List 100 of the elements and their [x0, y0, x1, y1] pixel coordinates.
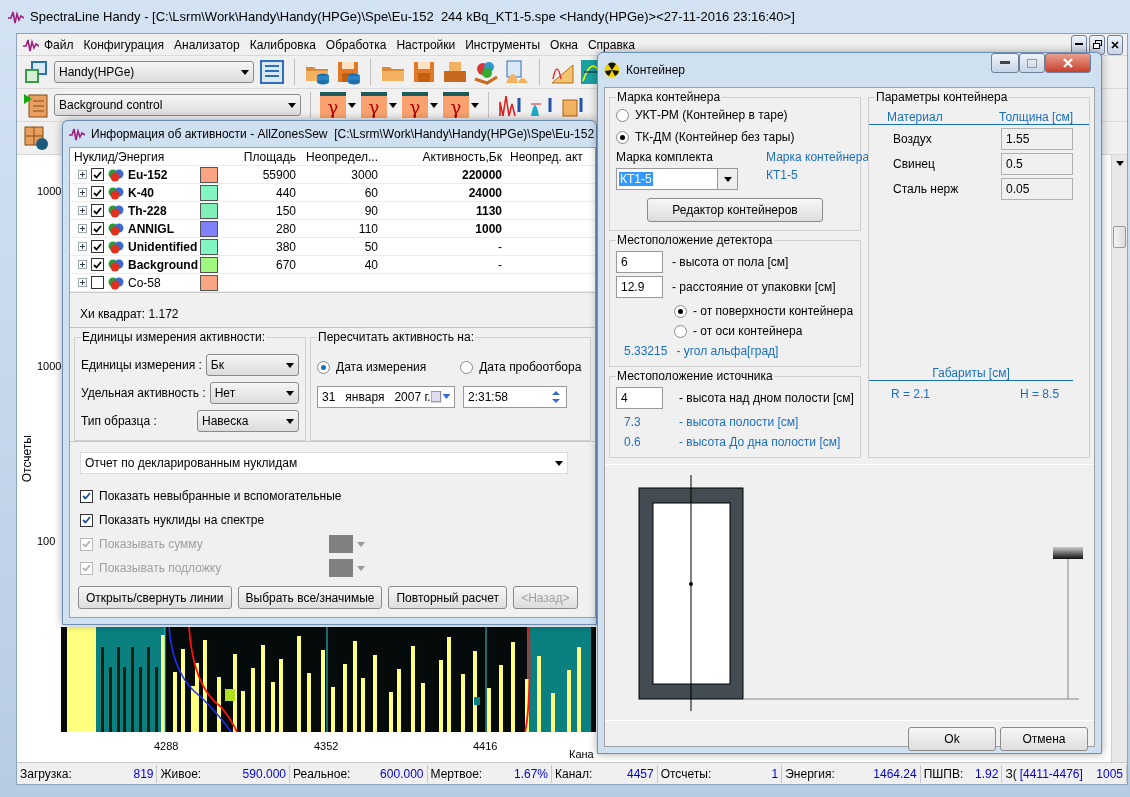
- checkbox[interactable]: [91, 186, 104, 199]
- checkmark-icon: [82, 564, 91, 572]
- radio-button[interactable]: [616, 130, 629, 144]
- group-title: Марка контейнера: [616, 90, 722, 104]
- menu-item[interactable]: Анализатор: [169, 37, 245, 52]
- column-header[interactable]: Неопред. акт: [506, 149, 595, 164]
- expand-icon[interactable]: [78, 242, 87, 251]
- color-picker[interactable]: [329, 559, 353, 577]
- checkbox[interactable]: [91, 222, 104, 235]
- column-header: Толщина [см]: [999, 110, 1073, 124]
- dialog-button[interactable]: Отмена: [1000, 727, 1088, 751]
- radio-button[interactable]: [674, 304, 687, 318]
- field-label: - высота от пола [см]: [672, 255, 789, 269]
- nuclide-name: ANNIGL: [128, 221, 174, 236]
- table-cell-text: -: [497, 257, 503, 272]
- nuclide-icon: [108, 203, 124, 218]
- scrollbar-thumb[interactable]: [1113, 226, 1126, 248]
- restore-button[interactable]: [1089, 34, 1105, 55]
- radio-button[interactable]: [317, 360, 330, 374]
- nuclide-icon: [108, 167, 124, 182]
- checkbox-label: Показывать подложку: [99, 561, 222, 575]
- checkbox[interactable]: [91, 240, 104, 253]
- date-picker[interactable]: 31 января 2007 г.: [317, 386, 455, 408]
- dialog-button[interactable]: Повторный расчет: [388, 586, 508, 609]
- expand-icon[interactable]: [78, 170, 87, 179]
- close-button[interactable]: [1107, 34, 1123, 55]
- list-settings-icon[interactable]: [259, 59, 285, 85]
- group-title: Местоположение детектора: [616, 233, 774, 247]
- checkbox[interactable]: [80, 489, 93, 503]
- dropdown[interactable]: Бк: [205, 354, 299, 376]
- table-cell-text: 55900: [261, 167, 297, 182]
- nuclide-name: K-40: [128, 185, 154, 200]
- status-label: Загрузка:: [20, 766, 72, 781]
- menu-item[interactable]: Инструменты: [460, 37, 546, 52]
- configuration-combobox[interactable]: Handy(HPGe): [54, 61, 254, 83]
- dropdown[interactable]: Навеска: [197, 410, 299, 432]
- gamma-button[interactable]: γ: [320, 92, 346, 118]
- radio-button[interactable]: [460, 360, 474, 374]
- column-header[interactable]: Неопредел...: [300, 149, 382, 164]
- checkbox[interactable]: [80, 513, 93, 527]
- printer-icon[interactable]: [442, 59, 468, 85]
- field-label: Марка комплекта: [616, 150, 714, 164]
- minimize-button[interactable]: [991, 53, 1019, 73]
- menu-item[interactable]: Настройки: [391, 37, 461, 52]
- thickness-field[interactable]: 0.5: [1001, 152, 1073, 175]
- container-editor-button[interactable]: Редактор контейнеров: [647, 198, 823, 222]
- radio-button[interactable]: [616, 108, 629, 122]
- menu-item[interactable]: Окна: [545, 37, 583, 52]
- time-field[interactable]: 2:31:58: [463, 386, 567, 408]
- checkbox[interactable]: [91, 258, 104, 271]
- expand-icon[interactable]: [78, 224, 87, 233]
- checkbox[interactable]: [91, 168, 104, 181]
- expand-icon[interactable]: [78, 206, 87, 215]
- run-list-icon[interactable]: [23, 92, 49, 118]
- input-field[interactable]: 12.9: [616, 276, 663, 298]
- dialog-button[interactable]: Открыть/свернуть линии: [78, 586, 232, 609]
- field-label: Удельная активность :: [81, 386, 206, 400]
- input-field[interactable]: 6: [616, 251, 663, 273]
- radio-button[interactable]: [674, 324, 687, 338]
- checkbox[interactable]: [91, 276, 104, 289]
- report-dropdown[interactable]: Отчет по декларированным нуклидам: [80, 452, 568, 474]
- dropdown[interactable]: Нет: [209, 382, 299, 404]
- column-header[interactable]: Активность,Бк: [382, 149, 506, 164]
- column-header: Материал: [887, 110, 943, 124]
- maximize-button[interactable]: [1019, 53, 1045, 73]
- configuration-icon[interactable]: [23, 59, 49, 85]
- checkbox[interactable]: [91, 204, 104, 217]
- gamma-button[interactable]: γ: [402, 92, 428, 118]
- gamma-button[interactable]: γ: [443, 92, 469, 118]
- menu-item[interactable]: Обработка: [320, 37, 392, 52]
- caret-icon: [357, 565, 365, 571]
- close-icon: [1063, 58, 1073, 68]
- status-value: 590.000: [242, 766, 286, 781]
- expand-icon[interactable]: [78, 188, 87, 197]
- dialog-button[interactable]: Ok: [908, 727, 996, 751]
- radio-label: Дата пробоотбора: [479, 360, 582, 374]
- expand-icon[interactable]: [78, 278, 87, 287]
- thickness-field[interactable]: 1.55: [1001, 127, 1073, 150]
- expand-icon[interactable]: [78, 260, 87, 269]
- menu-item[interactable]: Файл: [39, 37, 79, 52]
- input-field[interactable]: 4: [616, 387, 663, 409]
- grid-gear-icon[interactable]: [23, 125, 49, 151]
- status-value: 4457: [626, 766, 654, 781]
- save-database-icon[interactable]: [335, 59, 361, 85]
- column-header[interactable]: Нуклид/Энергия: [70, 149, 198, 164]
- thickness-field[interactable]: 0.05: [1001, 177, 1073, 200]
- save-icon[interactable]: [411, 59, 437, 85]
- dialog-button[interactable]: Выбрать все/значимые: [237, 586, 383, 609]
- menu-item[interactable]: Конфигурация: [78, 37, 170, 52]
- spinner-icon[interactable]: [550, 389, 562, 405]
- spheres-icon[interactable]: [473, 59, 499, 85]
- mode-combobox[interactable]: Background control: [54, 94, 301, 116]
- column-header[interactable]: Площадь: [228, 149, 300, 164]
- scrollbar[interactable]: [1111, 155, 1127, 762]
- gamma-button[interactable]: γ: [361, 92, 387, 118]
- color-picker[interactable]: [329, 535, 353, 553]
- minimize-button[interactable]: [1071, 34, 1087, 55]
- menu-item[interactable]: Калибровка: [244, 37, 321, 52]
- app-logo-icon: [69, 127, 85, 141]
- menu-item[interactable]: Справка: [582, 37, 640, 52]
